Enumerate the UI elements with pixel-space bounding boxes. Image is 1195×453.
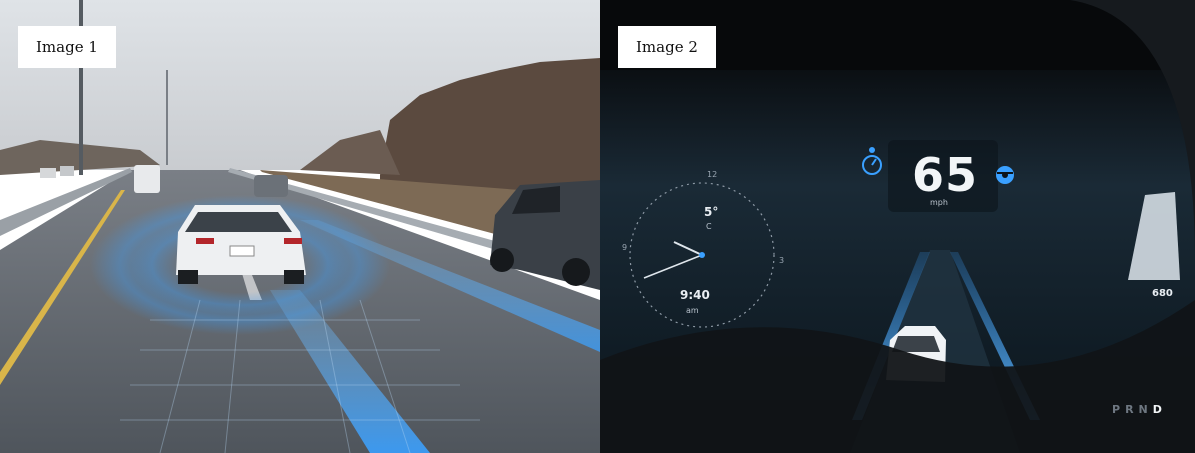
temperature-readout: 5° bbox=[704, 205, 719, 219]
clock-tick-12: 12 bbox=[707, 170, 718, 179]
clock-tick-3: 3 bbox=[779, 256, 785, 265]
white-sedan bbox=[176, 205, 306, 284]
clock-period: am bbox=[686, 306, 699, 315]
clock-time: 9:40 bbox=[680, 288, 710, 302]
steering-wheel-icon bbox=[996, 166, 1014, 184]
image-2-panel: Image 2 65 mph 5° C 9:40 am 12 3 9 680 P… bbox=[600, 0, 1195, 453]
image-1-caption: Image 1 bbox=[18, 26, 116, 68]
gear-p: P bbox=[1112, 403, 1126, 416]
speed-unit: mph bbox=[930, 198, 948, 207]
gear-selector: PRND bbox=[1112, 403, 1167, 416]
gear-r: R bbox=[1125, 403, 1139, 416]
temperature-unit: C bbox=[706, 222, 712, 231]
image-1-panel: Image 1 bbox=[0, 0, 600, 453]
image-2-caption: Image 2 bbox=[618, 26, 716, 68]
clock-tick-9: 9 bbox=[622, 243, 628, 252]
gear-n: N bbox=[1138, 403, 1153, 416]
speed-readout: 65 bbox=[912, 148, 979, 202]
range-readout: 680 bbox=[1152, 288, 1173, 299]
image-comparison: Image 1 Image 2 65 mph 5° C 9:40 am 12 3… bbox=[0, 0, 1195, 453]
gear-d: D bbox=[1152, 403, 1167, 416]
